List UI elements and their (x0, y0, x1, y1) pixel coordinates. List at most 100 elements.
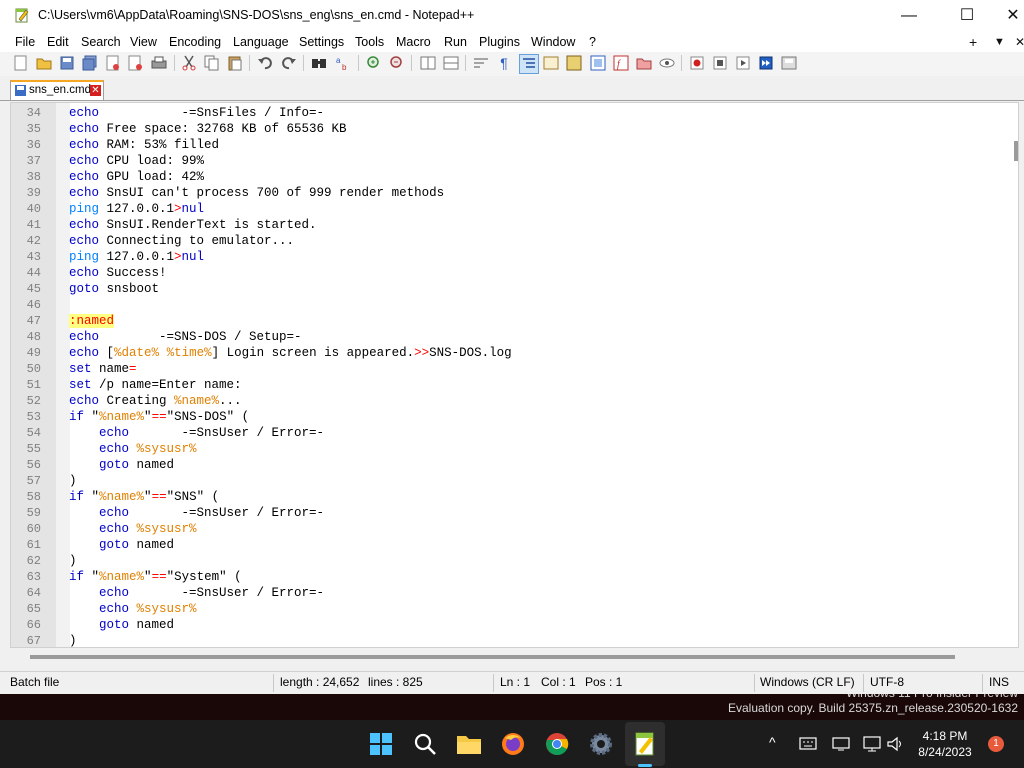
minimize-button[interactable]: — (886, 0, 932, 32)
code-line[interactable]: 36 echo RAM: 53% filled (11, 137, 1016, 153)
print-icon[interactable] (150, 54, 168, 72)
code-line[interactable]: 62) (11, 553, 1016, 569)
vertical-scroll-thumb[interactable] (1014, 141, 1018, 161)
code-line[interactable]: 47:named (11, 313, 1016, 329)
document-map-icon[interactable] (565, 54, 583, 72)
code-line[interactable]: 46 (11, 297, 1016, 313)
menu-window[interactable]: Window (531, 33, 575, 51)
code-line[interactable]: 34 echo -=SnsFiles / Info=- (11, 105, 1016, 121)
save-icon[interactable] (58, 54, 76, 72)
close-document-button[interactable]: ✕ (1015, 32, 1024, 52)
code-line[interactable]: 58 if "%name%"=="SNS" ( (11, 489, 1016, 505)
sync-vertical-icon[interactable] (419, 54, 437, 72)
indent-guide-icon[interactable] (519, 54, 539, 74)
menu-encoding[interactable]: Encoding (169, 33, 221, 51)
code-line[interactable]: 41 echo SnsUI.RenderText is started. (11, 217, 1016, 233)
menu-tools[interactable]: Tools (355, 33, 384, 51)
add-tab-button[interactable]: + (969, 32, 977, 52)
settings-gear-icon[interactable] (587, 730, 615, 758)
undo-icon[interactable] (256, 54, 274, 72)
code-line[interactable]: 64 echo -=SnsUser / Error=- (11, 585, 1016, 601)
menu-run[interactable]: Run (444, 33, 467, 51)
function-list-icon[interactable]: f (612, 54, 630, 72)
save-macro-icon[interactable] (780, 54, 798, 72)
close-all-icon[interactable] (127, 54, 145, 72)
code-line[interactable]: 48 echo -=SNS-DOS / Setup=- (11, 329, 1016, 345)
title-bar[interactable]: C:\Users\vm6\AppData\Roaming\SNS-DOS\sns… (0, 0, 1024, 32)
code-line[interactable]: 42 echo Connecting to emulator... (11, 233, 1016, 249)
tab-close-icon[interactable]: ✕ (90, 85, 101, 96)
code-line[interactable]: 59 echo -=SnsUser / Error=- (11, 505, 1016, 521)
code-line[interactable]: 44 echo Success! (11, 265, 1016, 281)
word-wrap-icon[interactable] (472, 54, 490, 72)
menu-search[interactable]: Search (81, 33, 121, 51)
notification-badge[interactable]: 1 (988, 736, 1004, 752)
network-icon[interactable] (863, 736, 881, 752)
chrome-icon[interactable] (543, 730, 571, 758)
code-line[interactable]: 67) (11, 633, 1016, 647)
code-line[interactable]: 35 echo Free space: 32768 KB of 65536 KB (11, 121, 1016, 137)
file-explorer-icon[interactable] (455, 730, 483, 758)
tray-chevron-icon[interactable]: ^ (769, 734, 776, 750)
menu-edit[interactable]: Edit (47, 33, 69, 51)
menu-language[interactable]: Language (233, 33, 289, 51)
maximize-button[interactable]: ☐ (944, 0, 990, 32)
menu-settings[interactable]: Settings (299, 33, 344, 51)
code-line[interactable]: 65 echo %sysusr% (11, 601, 1016, 617)
volume-icon[interactable] (886, 736, 904, 752)
code-line[interactable]: 39 echo SnsUI can't process 700 of 999 re… (11, 185, 1016, 201)
code-line[interactable]: 38 echo GPU load: 42% (11, 169, 1016, 185)
code-line[interactable]: 54 echo -=SnsUser / Error=- (11, 425, 1016, 441)
open-file-icon[interactable] (35, 54, 53, 72)
user-defined-language-icon[interactable] (542, 54, 560, 72)
display-icon[interactable] (832, 737, 850, 751)
close-window-button[interactable]: ✕ (990, 0, 1024, 32)
code-line[interactable]: 55 echo %sysusr% (11, 441, 1016, 457)
save-all-icon[interactable] (81, 54, 99, 72)
find-icon[interactable] (310, 54, 328, 72)
code-line[interactable]: 40 ping 127.0.0.1>nul (11, 201, 1016, 217)
sync-horizontal-icon[interactable] (442, 54, 460, 72)
horizontal-scroll-thumb[interactable] (30, 655, 955, 659)
firefox-icon[interactable] (499, 730, 527, 758)
windows-start-icon[interactable] (367, 730, 395, 758)
search-icon[interactable] (411, 730, 439, 758)
run-macro-multiple-icon[interactable] (757, 54, 775, 72)
document-list-icon[interactable] (589, 54, 607, 72)
code-line[interactable]: 52 echo Creating %name%... (11, 393, 1016, 409)
monitoring-icon[interactable] (658, 54, 676, 72)
horizontal-scrollbar[interactable] (10, 652, 1019, 662)
code-line[interactable]: 43 ping 127.0.0.1>nul (11, 249, 1016, 265)
menu-file[interactable]: File (15, 33, 35, 51)
play-macro-icon[interactable] (734, 54, 752, 72)
vertical-scrollbar[interactable] (1012, 103, 1018, 647)
copy-icon[interactable] (203, 54, 221, 72)
code-line[interactable]: 66 goto named (11, 617, 1016, 633)
code-line[interactable]: 49 echo [%date% %time%] Login screen is a… (11, 345, 1016, 361)
code-line[interactable]: 56 goto named (11, 457, 1016, 473)
tab-list-dropdown[interactable]: ▼ (994, 32, 1005, 52)
notepadpp-taskbar-icon[interactable] (631, 730, 659, 758)
code-line[interactable]: 57) (11, 473, 1016, 489)
code-editor[interactable]: 34 echo -=SnsFiles / Info=- 35 echo Free sp… (10, 102, 1019, 648)
zoom-out-icon[interactable] (388, 54, 406, 72)
record-macro-icon[interactable] (688, 54, 706, 72)
code-line[interactable]: 51 set /p name=Enter name: (11, 377, 1016, 393)
code-area[interactable]: 34 echo -=SnsFiles / Info=- 35 echo Free sp… (11, 105, 1016, 647)
code-line[interactable]: 63 if "%name%"=="System" ( (11, 569, 1016, 585)
redo-icon[interactable] (280, 54, 298, 72)
code-line[interactable]: 45 goto snsboot (11, 281, 1016, 297)
system-clock[interactable]: 4:18 PM 8/24/2023 (910, 728, 980, 760)
replace-icon[interactable]: ab (334, 54, 352, 72)
menu-macro[interactable]: Macro (396, 33, 431, 51)
show-all-characters-icon[interactable]: ¶ (495, 54, 513, 72)
tab-sns-en-cmd[interactable]: sns_en.cmd ✕ (10, 80, 104, 100)
close-file-icon[interactable] (104, 54, 122, 72)
paste-icon[interactable] (226, 54, 244, 72)
code-line[interactable]: 50 set name= (11, 361, 1016, 377)
code-line[interactable]: 61 goto named (11, 537, 1016, 553)
menu-help[interactable]: ? (589, 33, 596, 51)
code-line[interactable]: 60 echo %sysusr% (11, 521, 1016, 537)
new-file-icon[interactable] (12, 54, 30, 72)
menu-plugins[interactable]: Plugins (479, 33, 520, 51)
